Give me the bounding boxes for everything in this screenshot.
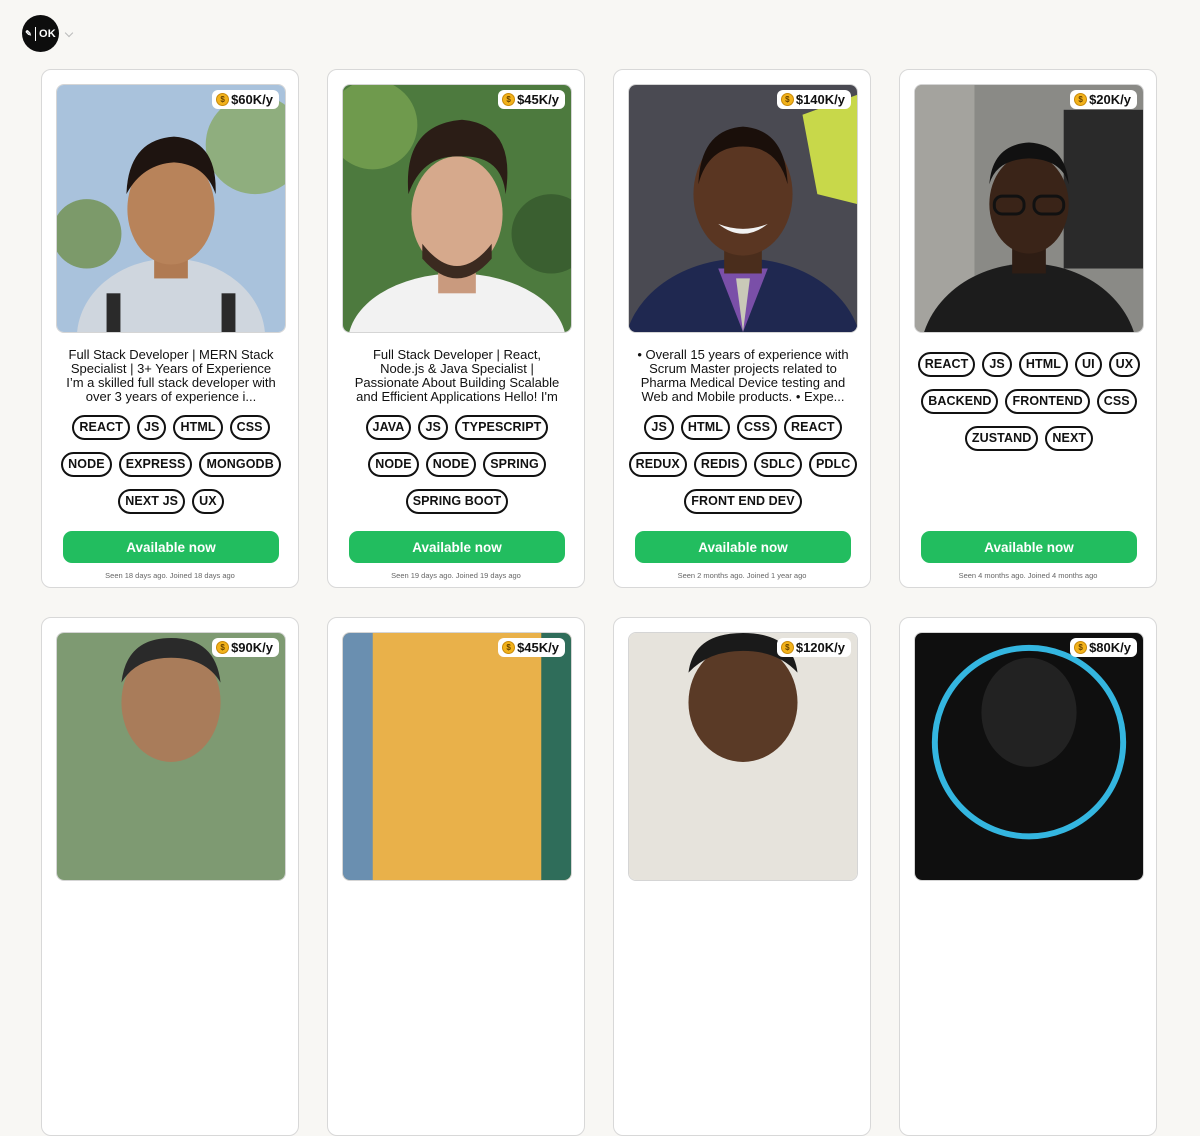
skill-tags: JS HTML CSS REACT REDUX REDIS SDLC PDLC … — [628, 415, 858, 514]
available-now-button[interactable]: Available now — [635, 531, 851, 563]
salary-badge: $ $20K/y — [1070, 90, 1137, 109]
developer-card[interactable]: $ $60K/y Full Stack Developer | MERN Sta… — [41, 69, 299, 588]
skill-tag: REACT — [784, 415, 842, 440]
skill-tag: UI — [1074, 352, 1102, 377]
profile-photo: $ $90K/y — [56, 632, 286, 881]
skill-tag: REDIS — [693, 452, 747, 477]
ok-logo[interactable]: ✎ OK — [22, 15, 59, 52]
skill-tag: SPRING BOOT — [405, 489, 509, 514]
card-description: Full Stack Developer | React, Node.js & … — [354, 348, 560, 404]
chevron-down-icon[interactable] — [64, 28, 74, 38]
skill-tags: REACT JS HTML UI UX BACKEND FRONTEND CSS… — [914, 352, 1144, 451]
logo-text: OK — [39, 27, 56, 40]
skill-tag: TYPESCRIPT — [454, 415, 549, 440]
salary-badge: $ $45K/y — [498, 90, 565, 109]
skill-tag: ZUSTAND — [964, 426, 1039, 451]
profile-photo: $ $20K/y — [914, 84, 1144, 333]
logo-mark: ✎ — [25, 29, 32, 38]
skill-tag: NEXT — [1045, 426, 1094, 451]
salary-value: $140K/y — [795, 92, 845, 107]
skill-tag: JAVA — [365, 415, 412, 440]
money-bag-icon: $ — [502, 641, 516, 654]
profile-photo: $ $45K/y — [342, 84, 572, 333]
skill-tag: HTML — [680, 415, 731, 440]
seen-joined-text: Seen 18 days ago. Joined 18 days ago — [105, 571, 235, 580]
skill-tag: NODE — [368, 452, 419, 477]
profile-photo: $ $45K/y — [342, 632, 572, 881]
skill-tag: JS — [644, 415, 674, 440]
available-now-button[interactable]: Available now — [349, 531, 565, 563]
developer-card[interactable]: $ $45K/y — [327, 617, 585, 1136]
skill-tags: REACT JS HTML CSS NODE EXPRESS MONGODB N… — [56, 415, 286, 514]
skill-tag: EXPRESS — [118, 452, 193, 477]
money-bag-icon: $ — [216, 641, 230, 654]
skill-tag: JS — [136, 415, 167, 440]
skill-tag: NEXT JS — [118, 489, 186, 514]
skill-tag: CSS — [737, 415, 778, 440]
salary-badge: $ $90K/y — [212, 638, 279, 657]
skill-tag: HTML — [173, 415, 223, 440]
skill-tag: REACT — [72, 415, 130, 440]
salary-value: $20K/y — [1089, 92, 1131, 107]
skill-tag: FRONT END DEV — [684, 489, 802, 514]
profile-photo: $ $120K/y — [628, 632, 858, 881]
skill-tag: HTML — [1018, 352, 1068, 377]
available-now-button[interactable]: Available now — [921, 531, 1137, 563]
skill-tag: SDLC — [753, 452, 802, 477]
salary-value: $120K/y — [795, 640, 845, 655]
salary-badge: $ $120K/y — [776, 638, 851, 657]
skill-tag: SPRING — [483, 452, 546, 477]
skill-tag: PDLC — [808, 452, 858, 477]
skill-tags: JAVA JS TYPESCRIPT NODE NODE SPRING SPRI… — [342, 415, 572, 514]
skill-tag: FRONTEND — [1005, 389, 1090, 414]
salary-value: $80K/y — [1089, 640, 1131, 655]
seen-joined-text: Seen 4 months ago. Joined 4 months ago — [958, 571, 1098, 580]
skill-tag: CSS — [229, 415, 270, 440]
skill-tag: MONGODB — [199, 452, 281, 477]
skill-tag: JS — [418, 415, 448, 440]
profile-photo: $ $60K/y — [56, 84, 286, 333]
skill-tag: REACT — [917, 352, 976, 377]
money-bag-icon: $ — [216, 93, 230, 106]
money-bag-icon: $ — [1074, 93, 1088, 106]
salary-badge: $ $60K/y — [212, 90, 279, 109]
skill-tag: BACKEND — [921, 389, 999, 414]
developer-card[interactable]: $ $20K/y REACT JS HTML UI UX BACKEND FRO… — [899, 69, 1157, 588]
salary-value: $90K/y — [231, 640, 273, 655]
developer-card[interactable]: $ $120K/y — [613, 617, 871, 1136]
profile-photo: $ $140K/y — [628, 84, 858, 333]
salary-badge: $ $45K/y — [498, 638, 565, 657]
money-bag-icon: $ — [1074, 641, 1088, 654]
seen-joined-text: Seen 2 months ago. Joined 1 year ago — [677, 571, 807, 580]
salary-value: $60K/y — [231, 92, 273, 107]
money-bag-icon: $ — [780, 93, 794, 106]
skill-tag: REDUX — [628, 452, 687, 477]
developer-card[interactable]: $ $80K/y — [899, 617, 1157, 1136]
card-description: • Overall 15 years of experience with Sc… — [637, 348, 849, 404]
card-description: Full Stack Developer | MERN Stack Specia… — [66, 348, 276, 404]
skill-tag: UX — [1108, 352, 1141, 377]
developer-card[interactable]: $ $45K/y Full Stack Developer | React, N… — [327, 69, 585, 588]
skill-tag: JS — [982, 352, 1012, 377]
developer-card[interactable]: $ $90K/y — [41, 617, 299, 1136]
available-now-button[interactable]: Available now — [63, 531, 279, 563]
skill-tag: NODE — [61, 452, 112, 477]
salary-badge: $ $140K/y — [776, 90, 851, 109]
skill-tag: CSS — [1096, 389, 1137, 414]
salary-value: $45K/y — [517, 92, 559, 107]
skill-tag: UX — [192, 489, 224, 514]
salary-value: $45K/y — [517, 640, 559, 655]
developer-card[interactable]: $ $140K/y • Overall 15 years of experien… — [613, 69, 871, 588]
skill-tag: NODE — [425, 452, 477, 477]
money-bag-icon: $ — [502, 93, 516, 106]
profile-photo: $ $80K/y — [914, 632, 1144, 881]
money-bag-icon: $ — [780, 641, 794, 654]
seen-joined-text: Seen 19 days ago. Joined 19 days ago — [391, 571, 521, 580]
salary-badge: $ $80K/y — [1070, 638, 1137, 657]
